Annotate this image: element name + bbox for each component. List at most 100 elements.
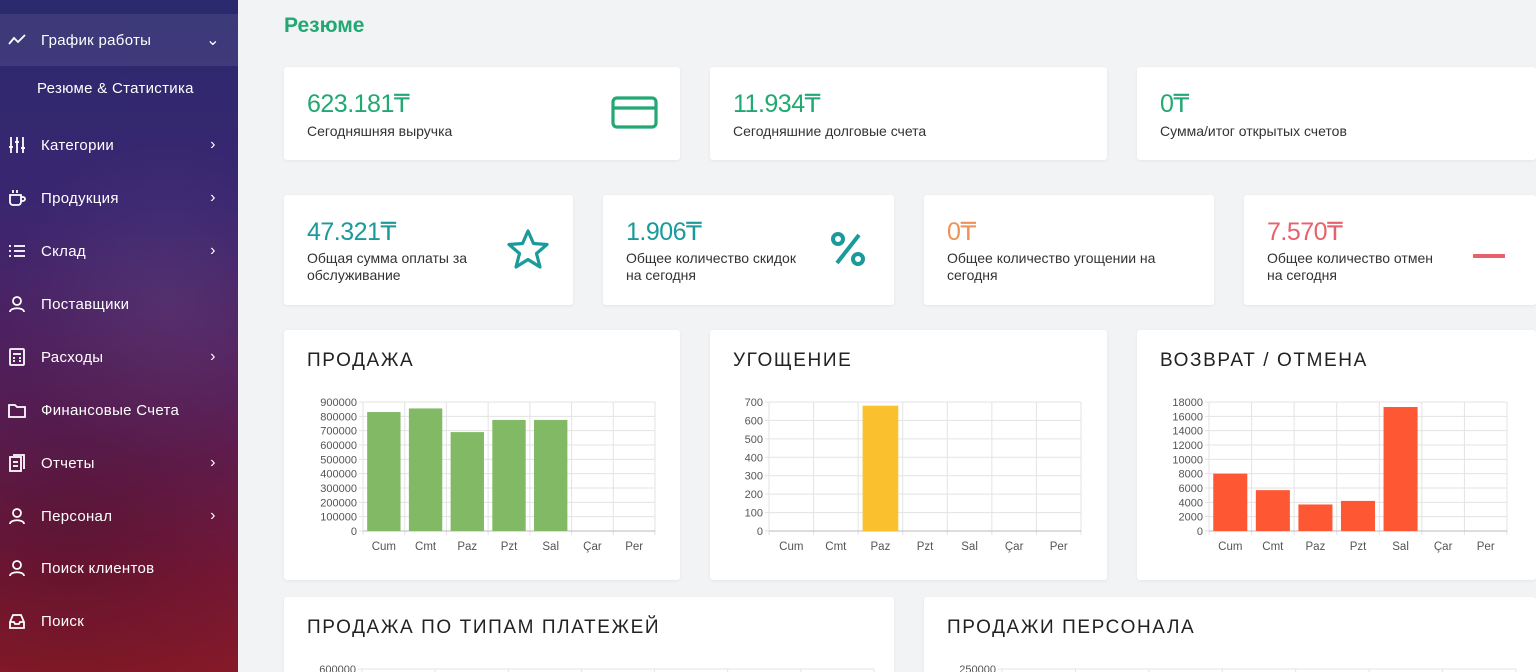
stat-label: Сегодняшняя выручка <box>307 123 453 139</box>
sidebar-item-products[interactable]: Продукция › <box>0 172 238 224</box>
sidebar-item-label: Расходы <box>41 348 104 366</box>
y-tick-label: 250000 <box>959 664 996 672</box>
sidebar-item-label: Поставщики <box>41 295 130 313</box>
sidebar-item-reports[interactable]: Отчеты › <box>0 437 238 489</box>
treat-bar-chart: 0 100 200 300 400 500 600 700 Cum Cmt Paz Pzt Sal Çar… <box>745 397 1082 553</box>
stat-value: 47.321₸ <box>307 218 396 246</box>
y-tick-label: 700 <box>745 397 763 409</box>
y-tick-label: 18000 <box>1172 397 1203 409</box>
sliders-icon <box>6 134 28 156</box>
chart-card-payment-types: ПРОДАЖА ПО ТИПАМ ПЛАТЕЖЕЙ 600000 <box>284 597 894 672</box>
sidebar: График работы ⌄ Резюме & Статистика Кате… <box>0 0 238 672</box>
stat-card-discounts: 1.906₸ Общее количество скидок на сегодн… <box>603 195 894 305</box>
sidebar-item-label: Поиск <box>41 612 85 630</box>
page-title: Резюме <box>284 14 365 37</box>
chevron-right-icon: › <box>210 454 216 471</box>
x-tick-label: Per <box>625 541 643 553</box>
x-tick-label: Sal <box>542 541 559 553</box>
y-tick-label: 800000 <box>320 411 357 423</box>
stat-label: Общая сумма оплаты за обслуживание <box>307 250 467 284</box>
chart-card-sales: ПРОДАЖА 0 100000 200000 300000 400000 500000 6… <box>284 330 680 580</box>
sidebar-item-search[interactable]: Поиск <box>0 595 238 647</box>
sidebar-item-staff[interactable]: Персонал › <box>0 490 238 542</box>
stat-label-line: сегодня <box>947 267 998 283</box>
bar <box>1340 500 1376 531</box>
chevron-right-icon: › <box>210 136 216 153</box>
x-tick-label: Cum <box>1218 541 1242 553</box>
x-tick-label: Cmt <box>415 541 437 553</box>
folder-icon <box>6 399 28 421</box>
stat-card-service-fee: 47.321₸ Общая сумма оплаты за обслуживан… <box>284 195 573 305</box>
sidebar-item-schedule[interactable]: График работы ⌄ <box>0 14 238 66</box>
stat-label-line: Общее количество отмен <box>1267 250 1433 266</box>
y-tick-label: 700000 <box>320 426 357 438</box>
star-icon <box>506 228 550 275</box>
stat-label: Общее количество отмен на сегодня <box>1267 250 1433 284</box>
refund-bar-chart: 0 2000 4000 6000 8000 10000 12000 14000 16000 180… <box>1172 397 1508 553</box>
stat-label-line: на сегодня <box>626 267 696 283</box>
y-tick-label: 8000 <box>1179 469 1203 481</box>
x-tick-label: Paz <box>871 541 891 553</box>
y-tick-label: 0 <box>757 526 763 538</box>
x-tick-label: Paz <box>457 541 477 553</box>
stat-label-line: обслуживание <box>307 267 401 283</box>
x-tick-label: Cum <box>372 541 396 553</box>
bar <box>367 412 401 531</box>
sidebar-item-customer-search[interactable]: Поиск клиентов <box>0 542 238 594</box>
stat-value: 1.906₸ <box>626 218 702 246</box>
y-tick-label: 500000 <box>320 454 357 466</box>
sidebar-item-expenses[interactable]: Расходы › <box>0 331 238 383</box>
payment-types-chart: 600000 <box>319 664 875 672</box>
y-tick-label: 12000 <box>1172 440 1203 452</box>
stat-card-open-bills: 0₸ Сумма/итог открытых счетов <box>1137 67 1536 160</box>
inbox-icon <box>6 610 28 632</box>
trend-line-icon <box>6 29 28 51</box>
chevron-right-icon: › <box>210 189 216 206</box>
y-tick-label: 300 <box>745 471 763 483</box>
bar <box>450 432 484 531</box>
sidebar-item-label: График работы <box>41 31 152 49</box>
stat-label: Сумма/итог открытых счетов <box>1160 123 1347 139</box>
staff-sales-chart: 250000 <box>959 664 1517 672</box>
y-tick-label: 500 <box>745 434 763 446</box>
x-tick-label: Çar <box>1005 541 1024 553</box>
stat-label: Общее количество скидок на сегодня <box>626 250 796 284</box>
sidebar-item-suppliers[interactable]: Поставщики <box>0 278 238 330</box>
y-tick-label: 100000 <box>320 512 357 524</box>
y-tick-label: 6000 <box>1179 483 1203 495</box>
bar <box>1213 473 1248 531</box>
cup-icon <box>6 187 28 209</box>
sidebar-item-label: Поиск клиентов <box>41 559 155 577</box>
y-tick-label: 200 <box>745 489 763 501</box>
sidebar-item-categories[interactable]: Категории › <box>0 119 238 171</box>
stat-card-revenue: 623.181₸ Сегодняшняя выручка <box>284 67 680 160</box>
stat-value: 11.934₸ <box>733 90 821 118</box>
y-tick-label: 400000 <box>320 469 357 481</box>
chart-card-staff-sales: ПРОДАЖИ ПЕРСОНАЛА 250000 <box>924 597 1536 672</box>
chart-card-treats: УГОЩЕНИЕ 0 100 200 300 400 500 600 700 Cum Cmt Paz… <box>710 330 1107 580</box>
y-tick-label: 600 <box>745 415 763 427</box>
percent-icon <box>829 230 867 273</box>
sidebar-item-warehouse[interactable]: Склад › <box>0 225 238 277</box>
x-tick-label: Per <box>1050 541 1068 553</box>
sidebar-item-label: Продукция <box>41 189 119 207</box>
stat-value: 0₸ <box>947 218 976 246</box>
stat-label-line: Общая сумма оплаты за <box>307 250 468 266</box>
sidebar-item-label: Склад <box>41 242 86 260</box>
user-icon <box>6 293 28 315</box>
x-tick-label: Cmt <box>825 541 847 553</box>
y-tick-label: 100 <box>745 508 763 520</box>
stat-card-treats: 0₸ Общее количество угощении на сегодня <box>924 195 1214 305</box>
sidebar-item-finance-accounts[interactable]: Финансовые Счета <box>0 384 238 436</box>
bar <box>408 408 443 531</box>
sidebar-subitem-summary[interactable]: Резюме & Статистика <box>37 80 194 97</box>
y-tick-label: 2000 <box>1179 512 1203 524</box>
y-tick-label: 300000 <box>320 483 357 495</box>
bar <box>1383 407 1418 531</box>
y-tick-label: 10000 <box>1172 454 1203 466</box>
sidebar-item-label: Отчеты <box>41 454 95 472</box>
x-tick-label: Çar <box>583 541 602 553</box>
stat-value: 623.181₸ <box>307 90 410 118</box>
bar <box>862 405 899 531</box>
y-tick-label: 4000 <box>1179 497 1203 509</box>
